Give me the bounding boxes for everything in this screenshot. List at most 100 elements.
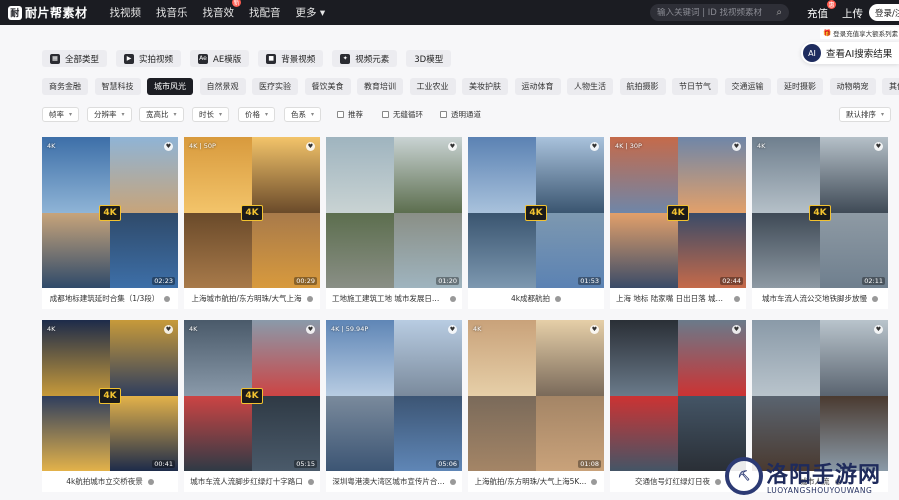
video-card[interactable]: 4K ♥ 01:08 上海航拍/东方明珠/大气上海5K...: [468, 320, 604, 492]
video-thumbnail[interactable]: ♥ 4K 01:53: [468, 137, 604, 288]
video-thumbnail[interactable]: 4K ♥ 01:08: [468, 320, 604, 471]
type-all[interactable]: ▦ 全部类型: [42, 50, 108, 67]
video-caption[interactable]: 工地施工建筑工地 城市发展日落...: [326, 288, 462, 309]
video-card[interactable]: 4K ♥ 4K 00:41 4k航拍城市立交桥夜景: [42, 320, 178, 492]
more-icon[interactable]: [164, 295, 171, 302]
category-item[interactable]: 医疗实验: [252, 78, 298, 95]
category-item[interactable]: 工业农业: [409, 78, 456, 95]
category-item[interactable]: 美妆护肤: [462, 78, 508, 95]
category-item[interactable]: 自然景观: [199, 78, 246, 95]
checkbox-alpha[interactable]: 透明通道: [440, 109, 481, 120]
favorite-icon[interactable]: ♥: [306, 325, 315, 334]
favorite-icon[interactable]: ♥: [448, 325, 457, 334]
category-item[interactable]: 智慧科技: [94, 78, 141, 95]
type-3d-model[interactable]: 3D模型: [406, 50, 452, 67]
type-real-video[interactable]: ▶ 实拍视频: [116, 50, 182, 67]
search-icon[interactable]: ⌕: [776, 7, 782, 18]
type-bg-video[interactable]: ■ 背景视频: [258, 50, 324, 67]
favorite-icon[interactable]: ♥: [874, 142, 883, 151]
recharge-button[interactable]: 充值 惠: [807, 0, 836, 21]
category-item[interactable]: 教育培训: [357, 78, 403, 95]
video-card[interactable]: 4K | 59.94P ♥ 05:06 深圳粤港澳大湾区城市宣传片合...: [326, 320, 462, 492]
category-item[interactable]: 延时摄影: [777, 78, 823, 95]
favorite-icon[interactable]: ♥: [732, 325, 741, 334]
video-card[interactable]: ♥ 01:20 工地施工建筑工地 城市发展日落...: [326, 137, 462, 309]
nav-video[interactable]: 找视频: [110, 5, 142, 20]
video-caption[interactable]: 上海航拍/东方明珠/大气上海5K...: [468, 471, 604, 492]
search-input[interactable]: [657, 7, 767, 18]
video-thumbnail[interactable]: 4K | 59.94P ♥ 05:06: [326, 320, 462, 471]
category-item[interactable]: 餐饮美食: [304, 78, 351, 95]
video-thumbnail[interactable]: ♥: [752, 320, 888, 471]
favorite-icon[interactable]: ♥: [590, 142, 599, 151]
favorite-icon[interactable]: ♥: [306, 142, 315, 151]
video-card[interactable]: ♥ 4K 01:53 4k成都航拍: [468, 137, 604, 309]
more-icon[interactable]: [450, 295, 456, 302]
filter-color[interactable]: 色系 ▾: [284, 107, 322, 122]
favorite-icon[interactable]: ♥: [874, 325, 883, 334]
video-card[interactable]: 4K | 30P ♥ 4K 02:44 上海 地标 陆家嘴 日出日落 城市...: [610, 137, 746, 309]
more-icon[interactable]: [449, 478, 456, 485]
checkbox-seamless[interactable]: 无缝循环: [382, 109, 423, 120]
favorite-icon[interactable]: ♥: [732, 142, 741, 151]
nav-more[interactable]: 更多 ▾: [296, 5, 326, 20]
type-ae-template[interactable]: Ae AE模版: [190, 50, 250, 67]
favorite-icon[interactable]: ♥: [448, 142, 457, 151]
video-caption[interactable]: 深圳粤港澳大湾区城市宣传片合...: [326, 471, 462, 492]
more-icon[interactable]: [147, 478, 154, 485]
video-thumbnail[interactable]: ♥ 01:20: [326, 137, 462, 288]
video-thumbnail[interactable]: 4K ♥ 4K 02:11: [752, 137, 888, 288]
video-card[interactable]: 4K ♥ 4K 02:11 城市车流人流公交地铁脚步放慢: [752, 137, 888, 309]
ai-search-button[interactable]: AI 查看AI搜索结果: [801, 42, 899, 64]
filter-duration[interactable]: 时长 ▾: [192, 107, 230, 122]
filter-aspect[interactable]: 宽高比 ▾: [139, 107, 184, 122]
more-icon[interactable]: [555, 295, 562, 302]
favorite-icon[interactable]: ♥: [164, 325, 173, 334]
sort-select[interactable]: 默认排序 ▾: [839, 107, 892, 122]
filter-resolution[interactable]: 分辨率 ▾: [87, 107, 132, 122]
upload-button[interactable]: 上传: [842, 6, 863, 21]
category-item[interactable]: 交通运输: [724, 78, 771, 95]
more-icon[interactable]: [591, 478, 598, 485]
video-thumbnail[interactable]: ♥: [610, 320, 746, 471]
video-thumbnail[interactable]: 4K | 30P ♥ 4K 02:44: [610, 137, 746, 288]
category-item[interactable]: 航拍摄影: [619, 78, 666, 95]
video-caption[interactable]: 成都地标建筑延时合集（1/3段）: [42, 288, 178, 309]
login-button[interactable]: 登录/注册: [869, 4, 899, 21]
category-item[interactable]: 人物生活: [567, 78, 613, 95]
more-icon[interactable]: [872, 295, 878, 302]
video-thumbnail[interactable]: 4K ♥ 4K 00:41: [42, 320, 178, 471]
video-thumbnail[interactable]: 4K | 50P ♥ 4K 00:29: [184, 137, 320, 288]
video-caption[interactable]: 4k成都航拍: [468, 288, 604, 309]
category-item[interactable]: 动物萌宠: [829, 78, 876, 95]
favorite-icon[interactable]: ♥: [590, 325, 599, 334]
more-icon[interactable]: [307, 478, 314, 485]
checkbox-box[interactable]: [440, 111, 447, 118]
checkbox-box[interactable]: [382, 111, 389, 118]
type-element[interactable]: ✦ 视频元素: [332, 50, 398, 67]
more-icon[interactable]: [734, 295, 740, 302]
video-card[interactable]: 4K | 50P ♥ 4K 00:29 上海城市航拍/东方明珠/大气上海: [184, 137, 320, 309]
filter-fps[interactable]: 帧率 ▾: [42, 107, 80, 122]
nav-sfx[interactable]: 找音效新: [203, 0, 242, 20]
video-card[interactable]: 4K ♥ 4K 05:15 城市车流人流脚步红绿灯十字路口: [184, 320, 320, 492]
favorite-icon[interactable]: ♥: [164, 142, 173, 151]
video-caption[interactable]: 城市车流人流脚步红绿灯十字路口: [184, 471, 320, 492]
nav-voice[interactable]: 找配音: [249, 5, 281, 20]
more-icon[interactable]: [306, 295, 313, 302]
category-item[interactable]: 节日节气: [672, 78, 718, 95]
filter-price[interactable]: 价格 ▾: [238, 107, 276, 122]
video-thumbnail[interactable]: 4K ♥ 4K 05:15: [184, 320, 320, 471]
site-logo[interactable]: 耐 耐片帮素材: [8, 4, 88, 21]
promo-banner[interactable]: 🎁 登录充值享大额系列素: [820, 27, 899, 39]
category-item[interactable]: 运动体育: [514, 78, 561, 95]
category-item[interactable]: 城市风光: [147, 78, 193, 95]
checkbox-recommended[interactable]: 推荐: [337, 109, 363, 120]
category-item[interactable]: 商务金融: [42, 78, 88, 95]
category-item[interactable]: 其他: [882, 78, 899, 95]
video-card[interactable]: 4K ♥ 4K 02:23 成都地标建筑延时合集（1/3段）: [42, 137, 178, 309]
video-thumbnail[interactable]: 4K ♥ 4K 02:23: [42, 137, 178, 288]
video-caption[interactable]: 4k航拍城市立交桥夜景: [42, 471, 178, 492]
video-caption[interactable]: 上海 地标 陆家嘴 日出日落 城市...: [610, 288, 746, 309]
video-caption[interactable]: 上海城市航拍/东方明珠/大气上海: [184, 288, 320, 309]
